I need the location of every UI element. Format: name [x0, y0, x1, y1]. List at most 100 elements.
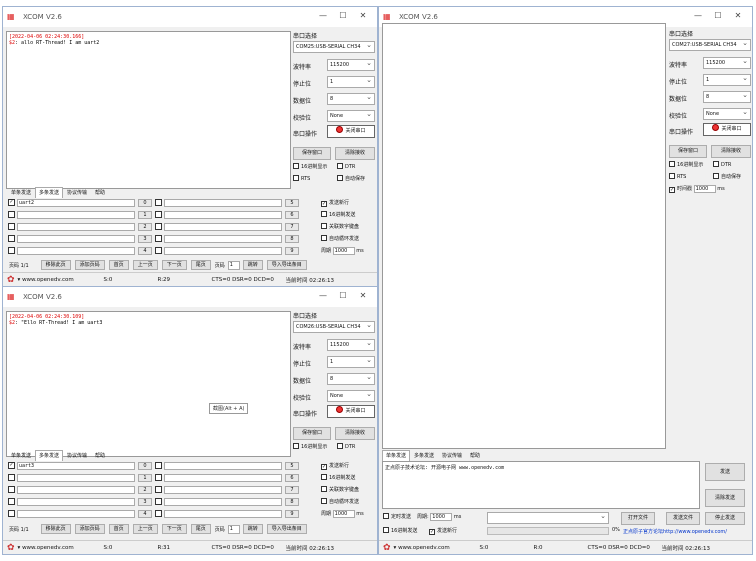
website-link[interactable]: ▾ www.openedv.com	[394, 545, 480, 551]
row-input[interactable]	[164, 461, 282, 470]
file-path-input[interactable]	[487, 512, 609, 524]
remove-page-button[interactable]: 移除此页	[40, 524, 71, 534]
row-input[interactable]	[164, 234, 282, 243]
row-checkbox[interactable]	[155, 211, 162, 218]
tab-single-send[interactable]: 单条发送	[7, 187, 35, 198]
close-window-button[interactable]: ✕	[353, 11, 373, 20]
tab-help[interactable]: 帮助	[91, 450, 109, 461]
data-select[interactable]: 8	[327, 93, 375, 105]
send-button[interactable]: 发送	[705, 463, 745, 481]
parity-select[interactable]: None	[703, 108, 751, 120]
maximize-button[interactable]: ☐	[333, 291, 353, 300]
prev-page-button[interactable]: 上一页	[132, 524, 158, 534]
tab-single-send[interactable]: 单条发送	[382, 450, 411, 461]
period-input[interactable]: 1000	[332, 247, 355, 255]
row-send-button[interactable]: 0	[138, 461, 152, 470]
period-input[interactable]: 1000	[332, 510, 355, 518]
tab-single-send[interactable]: 单条发送	[7, 450, 35, 461]
row-send-button[interactable]: 0	[138, 198, 152, 207]
maximize-button[interactable]: ☐	[333, 11, 353, 20]
hex-display-checkbox[interactable]: 16进制显示	[293, 443, 327, 450]
dtr-checkbox[interactable]: DTR	[337, 443, 355, 450]
minimize-button[interactable]: —	[688, 11, 708, 20]
row-checkbox[interactable]	[8, 498, 15, 505]
row-send-button[interactable]: 4	[138, 509, 152, 518]
website-link[interactable]: ▾ www.openedv.com	[18, 277, 104, 283]
row-input[interactable]	[17, 210, 135, 219]
clear-receive-button[interactable]: 清除接收	[711, 145, 751, 158]
dtr-checkbox[interactable]: DTR	[337, 163, 355, 170]
row-checkbox[interactable]	[155, 223, 162, 230]
stop-select[interactable]: 1	[327, 76, 375, 88]
row-input[interactable]	[17, 234, 135, 243]
row-send-button[interactable]: 2	[138, 222, 152, 231]
forum-link[interactable]: 正点原子官方论坛http://www.openedv.com/	[623, 528, 727, 535]
first-page-button[interactable]: 首页	[108, 260, 129, 270]
port-select[interactable]: COM25:USB-SERIAL CH34	[293, 41, 375, 53]
hex-display-checkbox[interactable]: 16进制显示	[293, 163, 327, 170]
row-send-button[interactable]: 8	[285, 234, 299, 243]
close-port-button[interactable]: 关闭串口	[327, 405, 375, 418]
tab-help[interactable]: 帮助	[91, 187, 109, 198]
last-page-button[interactable]: 尾页	[190, 260, 211, 270]
row-send-button[interactable]: 5	[285, 198, 299, 207]
bind-keypad-checkbox[interactable]: 关联数字键盘	[321, 486, 359, 493]
row-send-button[interactable]: 9	[285, 246, 299, 255]
tab-multi-send[interactable]: 多条发送	[35, 187, 64, 198]
auto-loop-checkbox[interactable]: 自动循环发送	[321, 235, 359, 242]
row-input[interactable]	[164, 497, 282, 506]
period-input[interactable]: 1000	[430, 513, 453, 521]
minimize-button[interactable]: —	[313, 291, 333, 300]
save-window-button[interactable]: 保存窗口	[293, 147, 331, 160]
close-window-button[interactable]: ✕	[353, 291, 373, 300]
row-input[interactable]: uart3	[17, 461, 135, 470]
port-select[interactable]: COM26:USB-SERIAL CH34	[293, 321, 375, 333]
hex-send-checkbox[interactable]: 16进制发送	[321, 211, 355, 218]
row-checkbox[interactable]	[8, 235, 15, 242]
bind-keypad-checkbox[interactable]: 关联数字键盘	[321, 223, 359, 230]
timestamp-input[interactable]: 1000	[693, 185, 716, 193]
send-newline-checkbox[interactable]: ✓ 发送新行	[321, 199, 349, 207]
receive-area[interactable]	[382, 23, 666, 449]
import-export-button[interactable]: 导入导出条目	[266, 260, 307, 270]
row-send-button[interactable]: 6	[285, 210, 299, 219]
row-input[interactable]	[17, 222, 135, 231]
add-page-button[interactable]: 添加页码	[74, 524, 105, 534]
title-bar[interactable]: ▦ XCOM V2.6 — ☐ ✕	[3, 7, 377, 27]
row-checkbox[interactable]	[155, 235, 162, 242]
row-checkbox[interactable]	[155, 199, 162, 206]
row-send-button[interactable]: 9	[285, 509, 299, 518]
row-input[interactable]: uart2	[17, 198, 135, 207]
row-checkbox[interactable]: ✓	[8, 199, 15, 206]
row-send-button[interactable]: 3	[138, 497, 152, 506]
receive-area[interactable]: [2022-04-06 02:24:30.109] $2: "Ello RT-T…	[6, 311, 291, 457]
send-textarea[interactable]: 正点原子技术论坛: 开源电子网 www.openedv.com	[382, 461, 700, 509]
row-send-button[interactable]: 8	[285, 497, 299, 506]
row-checkbox[interactable]	[8, 486, 15, 493]
prev-page-button[interactable]: 上一页	[132, 260, 158, 270]
save-window-button[interactable]: 保存窗口	[293, 427, 331, 440]
tab-help[interactable]: 帮助	[466, 450, 484, 461]
row-checkbox[interactable]	[155, 510, 162, 517]
stop-select[interactable]: 1	[327, 356, 375, 368]
parity-select[interactable]: None	[327, 110, 375, 122]
website-link[interactable]: ▾ www.openedv.com	[18, 545, 104, 551]
title-bar[interactable]: ▦ XCOM V2.6 — ☐ ✕	[3, 287, 377, 307]
baud-select[interactable]: 115200	[327, 339, 375, 351]
row-input[interactable]	[17, 497, 135, 506]
send-file-button[interactable]: 发送文件	[666, 512, 700, 525]
row-checkbox[interactable]	[155, 474, 162, 481]
row-input[interactable]	[17, 246, 135, 255]
minimize-button[interactable]: —	[313, 11, 333, 20]
settings-gear-icon[interactable]: ✿	[7, 543, 15, 553]
remove-page-button[interactable]: 移除此页	[40, 260, 71, 270]
receive-area[interactable]: [2022-04-06 02:24:30.166] $2: allo RT-Th…	[6, 31, 291, 189]
rts-checkbox[interactable]: RTS	[669, 173, 686, 180]
settings-gear-icon[interactable]: ✿	[383, 543, 391, 553]
stop-select[interactable]: 1	[703, 74, 751, 86]
row-input[interactable]	[164, 210, 282, 219]
row-checkbox[interactable]	[8, 211, 15, 218]
row-input[interactable]	[164, 222, 282, 231]
baud-select[interactable]: 115200	[327, 59, 375, 71]
row-send-button[interactable]: 1	[138, 473, 152, 482]
